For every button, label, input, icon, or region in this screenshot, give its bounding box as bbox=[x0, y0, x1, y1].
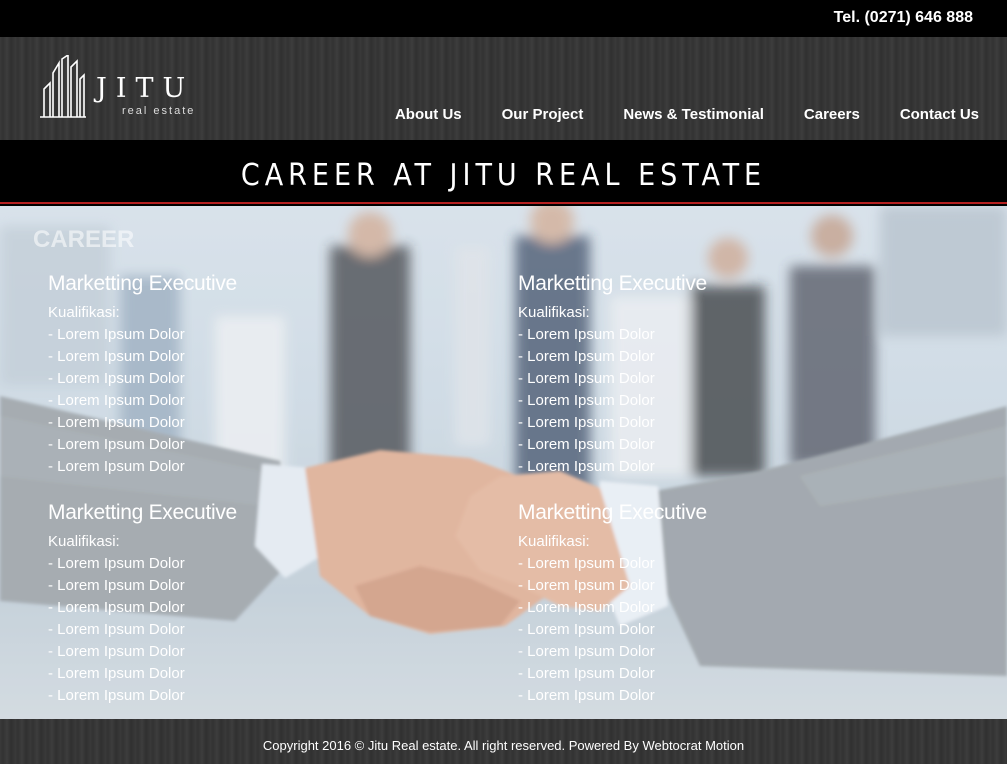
list-item: - Lorem Ipsum Dolor bbox=[48, 348, 185, 365]
job-qualification-label: Kualifikasi: bbox=[518, 533, 590, 550]
list-item: - Lorem Ipsum Dolor bbox=[518, 326, 655, 343]
career-hero: CAREER Marketting Executive Kualifikasi:… bbox=[0, 206, 1007, 719]
page-title: CAREER AT JITU REAL ESTATE bbox=[240, 158, 767, 193]
nav-careers[interactable]: Careers bbox=[804, 106, 860, 123]
list-item: - Lorem Ipsum Dolor bbox=[48, 370, 185, 387]
job-qualification-label: Kualifikasi: bbox=[48, 304, 120, 321]
list-item: - Lorem Ipsum Dolor bbox=[518, 599, 655, 616]
career-heading: CAREER bbox=[33, 226, 135, 253]
copyright-text: Copyright 2016 © Jitu Real estate. All r… bbox=[262, 738, 745, 753]
job-card: Marketting Executive Kualifikasi: - Lore… bbox=[518, 501, 938, 707]
nav-about-us[interactable]: About Us bbox=[395, 106, 462, 123]
job-qualification-list: - Lorem Ipsum Dolor - Lorem Ipsum Dolor … bbox=[48, 553, 468, 707]
list-item: - Lorem Ipsum Dolor bbox=[518, 687, 655, 704]
nav-news-testimonial[interactable]: News & Testimonial bbox=[623, 106, 764, 123]
list-item: - Lorem Ipsum Dolor bbox=[48, 665, 185, 682]
list-item: - Lorem Ipsum Dolor bbox=[48, 555, 185, 572]
job-qualification-label: Kualifikasi: bbox=[518, 304, 590, 321]
job-title[interactable]: Marketting Executive bbox=[518, 272, 938, 296]
list-item: - Lorem Ipsum Dolor bbox=[48, 326, 185, 343]
nav-our-project[interactable]: Our Project bbox=[502, 106, 584, 123]
list-item: - Lorem Ipsum Dolor bbox=[518, 414, 655, 431]
logo-title: JITU bbox=[96, 73, 195, 104]
list-item: - Lorem Ipsum Dolor bbox=[518, 621, 655, 638]
logo-subtitle: real estate bbox=[122, 105, 196, 117]
top-bar: Tel. (0271) 646 888 bbox=[0, 0, 1007, 37]
nav-contact-us[interactable]: Contact Us bbox=[900, 106, 979, 123]
job-title[interactable]: Marketting Executive bbox=[48, 272, 468, 296]
site-header: JITU real estate About Us Our Project Ne… bbox=[0, 37, 1007, 140]
list-item: - Lorem Ipsum Dolor bbox=[518, 458, 655, 475]
job-qualification-list: - Lorem Ipsum Dolor - Lorem Ipsum Dolor … bbox=[48, 324, 468, 478]
list-item: - Lorem Ipsum Dolor bbox=[518, 436, 655, 453]
list-item: - Lorem Ipsum Dolor bbox=[48, 577, 185, 594]
logo[interactable]: JITU real estate bbox=[40, 53, 240, 123]
phone-number[interactable]: Tel. (0271) 646 888 bbox=[834, 9, 973, 27]
job-qualification-list: - Lorem Ipsum Dolor - Lorem Ipsum Dolor … bbox=[518, 553, 938, 707]
page-title-band: CAREER AT JITU REAL ESTATE bbox=[0, 140, 1007, 204]
job-card: Marketting Executive Kualifikasi: - Lore… bbox=[518, 272, 938, 478]
building-logo-icon bbox=[40, 55, 86, 118]
job-card: Marketting Executive Kualifikasi: - Lore… bbox=[48, 272, 468, 478]
list-item: - Lorem Ipsum Dolor bbox=[518, 665, 655, 682]
list-item: - Lorem Ipsum Dolor bbox=[48, 436, 185, 453]
job-qualification-list: - Lorem Ipsum Dolor - Lorem Ipsum Dolor … bbox=[518, 324, 938, 478]
job-card: Marketting Executive Kualifikasi: - Lore… bbox=[48, 501, 468, 707]
list-item: - Lorem Ipsum Dolor bbox=[48, 599, 185, 616]
list-item: - Lorem Ipsum Dolor bbox=[518, 348, 655, 365]
list-item: - Lorem Ipsum Dolor bbox=[518, 643, 655, 660]
list-item: - Lorem Ipsum Dolor bbox=[48, 687, 185, 704]
list-item: - Lorem Ipsum Dolor bbox=[48, 643, 185, 660]
list-item: - Lorem Ipsum Dolor bbox=[518, 370, 655, 387]
list-item: - Lorem Ipsum Dolor bbox=[48, 458, 185, 475]
list-item: - Lorem Ipsum Dolor bbox=[518, 555, 655, 572]
main-nav: About Us Our Project News & Testimonial … bbox=[355, 106, 979, 123]
job-qualification-label: Kualifikasi: bbox=[48, 533, 120, 550]
site-footer: Copyright 2016 © Jitu Real estate. All r… bbox=[0, 719, 1007, 764]
list-item: - Lorem Ipsum Dolor bbox=[48, 621, 185, 638]
list-item: - Lorem Ipsum Dolor bbox=[518, 392, 655, 409]
list-item: - Lorem Ipsum Dolor bbox=[48, 414, 185, 431]
list-item: - Lorem Ipsum Dolor bbox=[518, 577, 655, 594]
list-item: - Lorem Ipsum Dolor bbox=[48, 392, 185, 409]
job-title[interactable]: Marketting Executive bbox=[48, 501, 468, 525]
job-title[interactable]: Marketting Executive bbox=[518, 501, 938, 525]
